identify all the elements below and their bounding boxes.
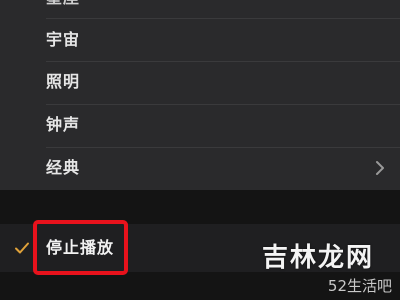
- menu-item-bells[interactable]: 钟声: [0, 105, 400, 145]
- red-highlight-box: [33, 220, 128, 275]
- menu-item-classic[interactable]: 经典: [0, 148, 400, 188]
- checkmark-icon: [15, 242, 29, 254]
- menu-item-constellation[interactable]: 星座: [0, 0, 400, 18]
- chevron-right-icon: [376, 161, 384, 175]
- watermark-main: 吉林龙网: [261, 243, 374, 273]
- divider: [46, 18, 400, 19]
- menu-item-lighting[interactable]: 照明: [0, 62, 400, 102]
- sound-options-panel: 星座 宇宙 照明 钟声 经典: [0, 0, 400, 190]
- menu-item-label: 钟声: [46, 115, 81, 134]
- menu-item-label: 宇宙: [46, 30, 81, 49]
- menu-item-label: 照明: [46, 72, 81, 91]
- menu-item-label: 星座: [46, 0, 80, 18]
- watermark-sub: 52生活吧: [327, 277, 392, 295]
- menu-item-label: 经典: [46, 158, 81, 177]
- menu-item-universe[interactable]: 宇宙: [0, 20, 400, 60]
- screen: 星座 宇宙 照明 钟声 经典 停止播放 吉林龙网 52生活吧: [0, 0, 400, 300]
